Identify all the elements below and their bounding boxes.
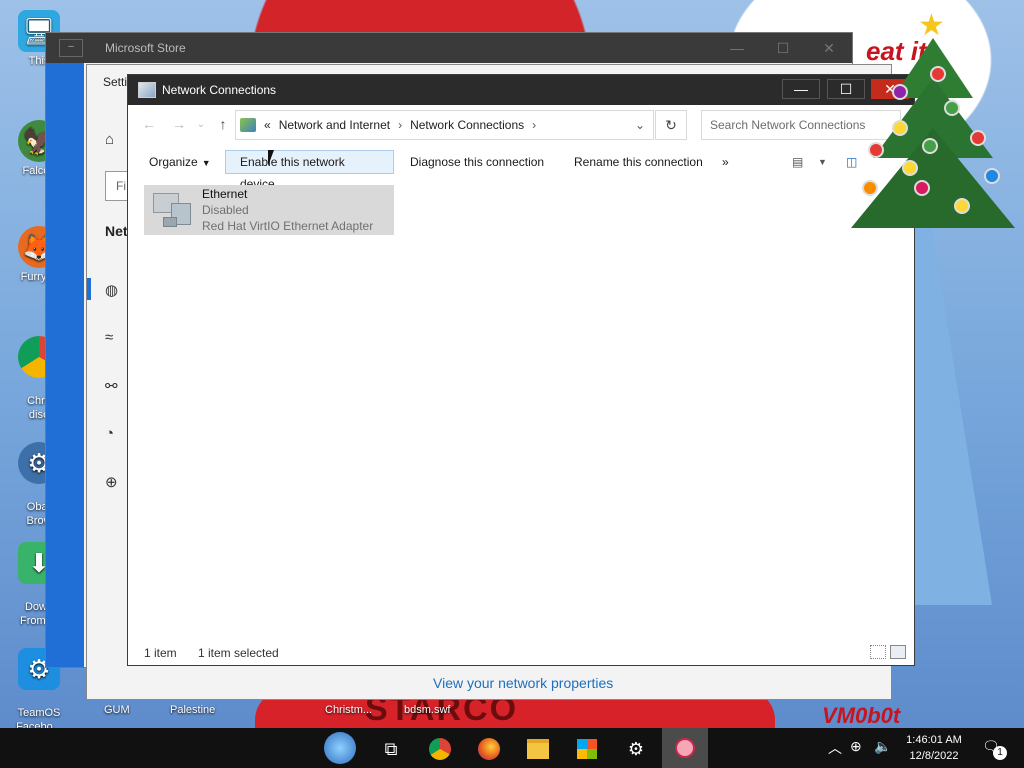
connection-status: Disabled bbox=[202, 203, 249, 217]
ethernet-connection-item[interactable]: Ethernet Disabled Red Hat VirtIO Etherne… bbox=[144, 185, 394, 235]
address-dropdown-icon[interactable]: ⌄ bbox=[626, 118, 653, 132]
store-title-bar[interactable]: – Microsoft Store — ☐ ✕ bbox=[46, 33, 852, 63]
show-hidden-icons-chevron[interactable]: ︿ bbox=[828, 738, 842, 758]
address-bar[interactable]: « Network and Internet › Network Connect… bbox=[235, 110, 654, 140]
organize-label: Organize bbox=[149, 155, 198, 169]
selection-count: 1 item selected bbox=[198, 646, 279, 660]
view-options-caret-icon[interactable]: ▼ bbox=[818, 157, 827, 167]
status-bar: 1 item 1 item selected bbox=[128, 641, 914, 665]
connection-device: Red Hat VirtIO Ethernet Adapter bbox=[202, 219, 374, 233]
chrome-taskbar-icon[interactable] bbox=[427, 736, 453, 762]
network-globe-icon[interactable]: ⊕ bbox=[850, 738, 862, 755]
globe-icon[interactable]: ⊕ bbox=[105, 473, 118, 491]
wifi-icon[interactable]: ≈ bbox=[105, 329, 113, 346]
back-arrow-icon[interactable]: ← bbox=[134, 116, 164, 132]
large-icons-view-icon[interactable] bbox=[890, 645, 906, 659]
ethernet-icon[interactable]: ⚯ bbox=[105, 377, 118, 395]
breadcrumb-separator-icon[interactable]: › bbox=[532, 118, 536, 132]
clock[interactable]: 1:46:01 AM 12/8/2022 bbox=[902, 732, 966, 764]
window-title: Network Connections bbox=[162, 83, 277, 97]
settings-nav-selection-indicator bbox=[87, 278, 91, 300]
view-network-properties-link[interactable]: View your network properties bbox=[433, 675, 613, 691]
change-view-icon[interactable]: ▤ bbox=[792, 155, 803, 169]
more-commands-button[interactable]: » bbox=[708, 150, 743, 174]
network-connections-taskbar-icon[interactable] bbox=[662, 728, 708, 768]
settings-section-title: Net bbox=[105, 223, 128, 239]
recent-locations-chevron-icon[interactable]: ⌄ bbox=[194, 119, 208, 130]
desktop-icon-label-palestine[interactable]: Palestine bbox=[170, 704, 215, 716]
desktop-icon-label-swf[interactable]: bdsm.swf bbox=[404, 704, 450, 716]
home-icon[interactable]: ⌂ bbox=[105, 131, 114, 148]
settings-title: Setti bbox=[103, 75, 128, 89]
minimize-button[interactable]: — bbox=[782, 79, 820, 99]
store-close-button[interactable]: ✕ bbox=[806, 40, 852, 57]
rename-connection-button[interactable]: Rename this connection bbox=[560, 150, 717, 174]
clock-time: 1:46:01 AM bbox=[906, 734, 962, 746]
mouse-cursor bbox=[268, 150, 274, 166]
details-view-icon[interactable] bbox=[870, 645, 886, 659]
store-back-button[interactable]: – bbox=[59, 39, 83, 57]
up-arrow-icon[interactable]: ↑ bbox=[208, 116, 238, 132]
forward-arrow-icon[interactable]: → bbox=[164, 116, 194, 132]
notification-badge: 1 bbox=[993, 746, 1007, 760]
command-bar: Organize ▼ Enable this network device Dia… bbox=[128, 147, 914, 191]
store-title: Microsoft Store bbox=[105, 41, 186, 55]
star-icon: ★ bbox=[918, 9, 945, 42]
organize-button[interactable]: Organize ▼ bbox=[135, 150, 225, 174]
breadcrumb-overflow[interactable]: « bbox=[264, 118, 271, 132]
item-count: 1 item bbox=[144, 646, 177, 660]
desktop-icon-label-christmas[interactable]: Christm... bbox=[325, 704, 372, 716]
file-explorer-icon[interactable] bbox=[525, 736, 551, 762]
firefox-taskbar-icon[interactable] bbox=[476, 736, 502, 762]
breadcrumb-network-and-internet[interactable]: Network and Internet bbox=[279, 118, 390, 132]
control-panel-icon bbox=[240, 118, 256, 132]
taskbar: ⧉ ⚙ ︿ ⊕ 🔈 1:46:01 AM 12/8/2022 🗨 1 bbox=[0, 728, 1024, 768]
volume-icon[interactable]: 🔈 bbox=[874, 738, 891, 755]
clock-date: 12/8/2022 bbox=[909, 750, 959, 762]
breadcrumb-separator-icon[interactable]: › bbox=[398, 118, 402, 132]
microsoft-store-taskbar-icon[interactable] bbox=[574, 736, 600, 762]
desktop-icon-label-gum[interactable]: GUM bbox=[104, 704, 130, 716]
enable-network-device-button[interactable]: Enable this network device bbox=[225, 150, 394, 191]
refresh-button[interactable]: ↻ bbox=[655, 110, 687, 140]
network-connections-icon bbox=[138, 82, 156, 98]
notification-center-icon[interactable]: 🗨 1 bbox=[982, 738, 1007, 760]
store-minimize-button[interactable]: — bbox=[714, 40, 760, 57]
store-sidebar bbox=[46, 63, 84, 667]
task-view-icon[interactable]: ⧉ bbox=[378, 736, 404, 762]
network-adapter-icon bbox=[149, 191, 195, 231]
store-maximize-button[interactable]: ☐ bbox=[760, 40, 806, 57]
caret-down-icon: ▼ bbox=[201, 158, 211, 168]
diagnose-connection-button[interactable]: Diagnose this connection bbox=[396, 150, 558, 174]
globe-status-icon[interactable]: ◍ bbox=[105, 281, 118, 299]
desktop-icon-label: TeamOS Facebo... bbox=[16, 707, 62, 728]
network-connections-window[interactable]: Network Connections — ☐ ✕ ← → ⌄ ↑ « Netw… bbox=[127, 74, 915, 666]
navigation-bar: ← → ⌄ ↑ « Network and Internet › Network… bbox=[128, 105, 914, 143]
christmas-tree-decoration: ★ bbox=[848, 8, 1018, 240]
settings-taskbar-icon[interactable]: ⚙ bbox=[623, 736, 649, 762]
breadcrumb-network-connections[interactable]: Network Connections bbox=[410, 118, 524, 132]
connection-name: Ethernet bbox=[202, 187, 248, 201]
data-usage-icon[interactable]: ◔ bbox=[105, 425, 114, 442]
network-title-bar[interactable]: Network Connections — ☐ ✕ bbox=[128, 75, 914, 105]
wallpaper-signature: VM0b0t bbox=[822, 703, 901, 728]
start-button[interactable] bbox=[324, 732, 356, 764]
